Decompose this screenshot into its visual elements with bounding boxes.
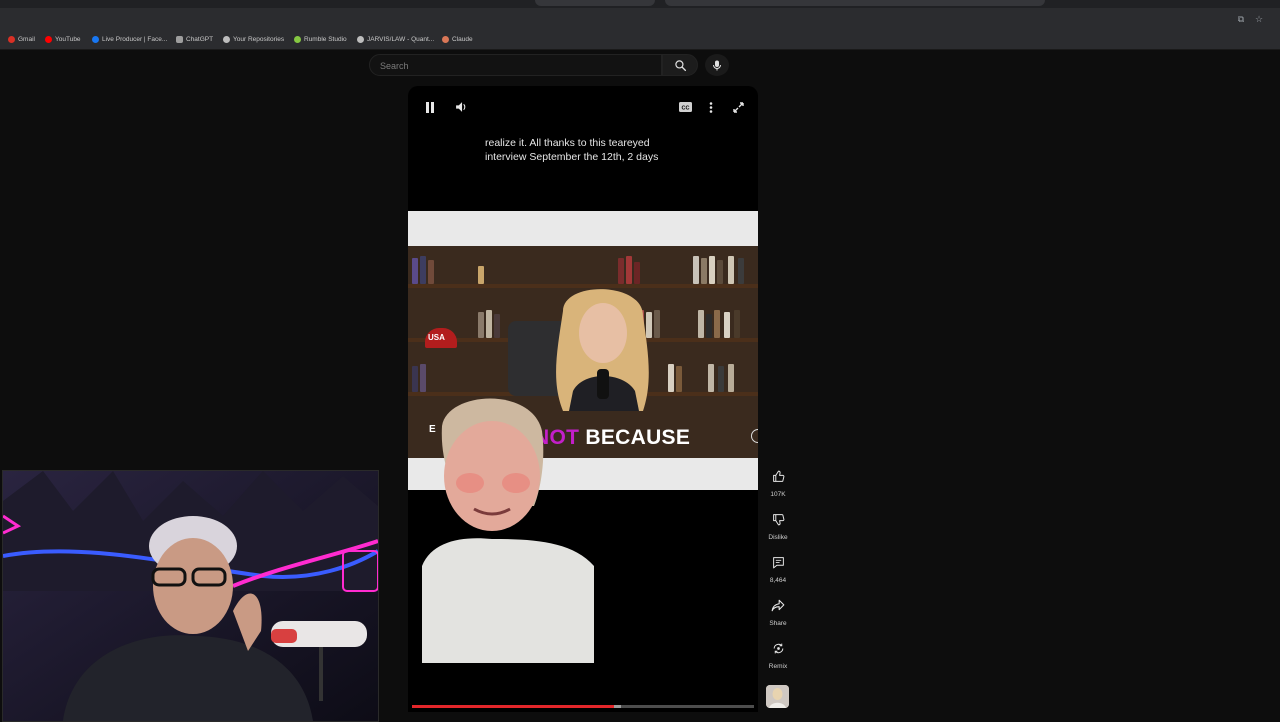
search-icon [674,59,686,71]
bookmark-label: Live Producer | Face... [102,35,168,43]
thumbs-up-icon [772,470,784,482]
volume-icon [455,102,465,112]
more-options-button[interactable] [704,100,718,114]
remix-button[interactable] [766,636,790,660]
bookmark-label: YouTube [55,35,81,43]
bookmark-label: Rumble Studio [304,35,347,43]
more-vertical-icon [709,101,713,113]
claude-icon [442,35,449,43]
share-action: Share [764,593,792,627]
bookmark-repositories[interactable]: Your Repositories [223,33,284,45]
volume-button[interactable] [454,100,468,114]
bookmark-label: ChatGPT [186,35,214,43]
bookmark-youtube[interactable]: YouTube [45,33,81,45]
remix-action: Remix [764,636,792,670]
search-input[interactable] [378,58,652,74]
browser-tabstrip [0,0,1280,8]
bookmark-chatgpt[interactable]: ChatGPT [176,33,213,45]
search-box [369,54,662,76]
caption-line: interview September the 12th, 2 days [485,151,659,163]
bookmark-gmail[interactable]: Gmail [8,33,35,45]
pause-button[interactable] [423,100,437,114]
browser-toolbar: ⧉ ☆ [0,8,1280,29]
svg-text:CC: CC [681,106,689,112]
extension-icon[interactable]: ⧉ [1236,14,1246,24]
bookmark-label: JARVIS/LAW - Quant... [367,35,435,43]
search-button[interactable] [662,54,698,76]
progress-bar[interactable] [412,705,754,708]
comments-button[interactable] [766,550,790,574]
chatgpt-icon [176,35,183,43]
dislike-label: Dislike [768,534,788,541]
shorts-player[interactable]: CC realize it. All thanks to this tearey… [408,86,758,712]
interviewee-figure [556,289,649,411]
github-icon [223,35,230,43]
dislike-action: Dislike [764,507,792,541]
cap-text: USA [428,333,445,342]
globe-icon [357,35,364,43]
rumble-icon [294,35,301,43]
browser-tab[interactable] [665,0,1045,6]
pause-icon [426,101,434,113]
remix-icon [773,643,783,653]
bookmark-jarvis-law[interactable]: JARVIS/LAW - Quant... [357,33,434,45]
facebook-icon [92,35,99,43]
youtube-icon [45,35,52,43]
dislike-button[interactable] [766,507,790,531]
webcam-overlay [2,470,379,722]
bookmark-claude[interactable]: Claude [442,33,473,45]
remix-label: Remix [768,663,788,670]
comments-action: 8,464 [764,550,792,584]
caption-line: realize it. All thanks to this teareyed [485,137,650,149]
microphone-icon [713,60,721,70]
like-action: 107K [764,464,792,498]
browser-tab[interactable] [535,0,655,6]
fullscreen-icon [732,101,744,113]
share-label: Share [769,620,787,627]
presenter-cutout [422,398,594,663]
comment-icon [772,556,784,568]
share-button[interactable] [766,593,790,617]
bookmark-star-icon[interactable]: ☆ [1254,14,1264,24]
channel-avatar [766,685,789,708]
like-count: 107K [770,491,786,498]
closed-captions-icon: CC [678,102,692,112]
like-button[interactable] [766,464,790,488]
bookmark-label: Gmail [18,35,35,43]
gmail-icon [8,35,15,43]
overlay-word: BECAUSE [585,426,691,449]
thumbs-down-icon [772,513,784,525]
sound-thumbnail[interactable] [766,685,789,708]
streamer-webcam-feed [3,471,378,721]
voice-search-button[interactable] [705,54,729,76]
circle-icon [751,429,758,443]
share-icon [771,599,785,611]
captions-button[interactable]: CC [678,100,692,114]
bookmark-label: Claude [452,35,473,43]
progress-played [412,705,614,708]
caption-overlay: realize it. All thanks to this teareyed … [485,136,695,164]
fullscreen-button[interactable] [731,100,745,114]
letterbox-band [408,211,758,246]
comment-count: 8,464 [769,577,787,584]
bookmark-label: Your Repositories [233,35,285,43]
bookmark-rumble-studio[interactable]: Rumble Studio [294,33,347,45]
bookmark-live-producer[interactable]: Live Producer | Face... [92,33,167,45]
bookmarks-bar: Gmail YouTube Live Producer | Face... Ch… [0,29,1280,50]
